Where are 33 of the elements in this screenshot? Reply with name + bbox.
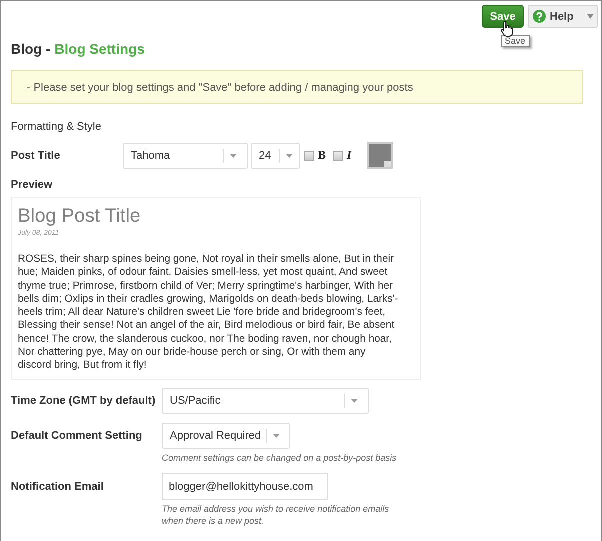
dropdown[interactable]: US/Pacific bbox=[162, 388, 369, 414]
save-button[interactable]: Save bbox=[482, 5, 524, 28]
help-button[interactable]: Help bbox=[528, 5, 598, 28]
preview-label: Preview bbox=[11, 179, 54, 191]
checkbox[interactable] bbox=[304, 150, 314, 160]
post-title: Blog Post Title bbox=[18, 206, 141, 228]
hint-text: Comment settings can be changed on a post-by-post basis bbox=[162, 452, 398, 464]
help-icon bbox=[533, 10, 546, 23]
notice-message: - Please set your blog settings and "Save" before adding / managing your posts bbox=[11, 70, 583, 104]
dropdown[interactable]: Approval Required bbox=[162, 423, 290, 449]
section-label: Formatting & Style bbox=[11, 121, 102, 133]
field-label: Default Comment Setting bbox=[11, 430, 144, 442]
caret-icon bbox=[586, 14, 594, 19]
caret-icon bbox=[230, 154, 237, 158]
field-label: Notification Email bbox=[11, 480, 105, 492]
dropdown[interactable]: Tahoma bbox=[123, 142, 248, 168]
caret-icon bbox=[351, 399, 358, 403]
color-swatch[interactable] bbox=[366, 142, 393, 169]
bold-label: B bbox=[318, 148, 326, 163]
email-field[interactable]: blogger@hellokittyhouse.com bbox=[162, 473, 328, 500]
breadcrumb-section: Blog - bbox=[11, 41, 51, 57]
checkbox[interactable] bbox=[333, 150, 344, 160]
italic-label: I bbox=[347, 148, 352, 163]
hand-cursor-icon bbox=[501, 21, 513, 37]
page-title: Blog Settings bbox=[54, 41, 145, 57]
field-label: Post Title bbox=[11, 150, 62, 162]
post-body: ROSES, their sharp spines being gone, Not royal in their smells alone, But in their hue; Maiden pinks, of odour faint, Daisies smell-less, yet most quaint, And sweet thyme true; Primrose, firstborn child of Ver; Merry springtime's harbinger, With her bells dim; Oxlips in their cradles growing, Marigolds on death-beds blowing, Larks'-heels trim; All dear Nature's children sweet Lie 'fore bride and bridegroom's feet, Blessing their sense! Not an angel of the air, Bird melodious or bird fair, Be absent hence! The crow, the slanderous cuckoo, nor The boding raven, nor chough hoar, Nor chattering pye, May on our bride-house perch or sing, Or with them any discord bring, But from it fly! bbox=[18, 253, 400, 373]
caret-icon bbox=[286, 154, 293, 158]
tooltip: Save bbox=[501, 35, 530, 47]
caret-icon bbox=[273, 434, 280, 438]
hint-text: The email address you wish to receive notification emails when there is a new post. bbox=[162, 503, 390, 527]
dropdown[interactable]: 24 bbox=[251, 142, 300, 168]
field-label: Time Zone (GMT by default) bbox=[11, 395, 157, 407]
